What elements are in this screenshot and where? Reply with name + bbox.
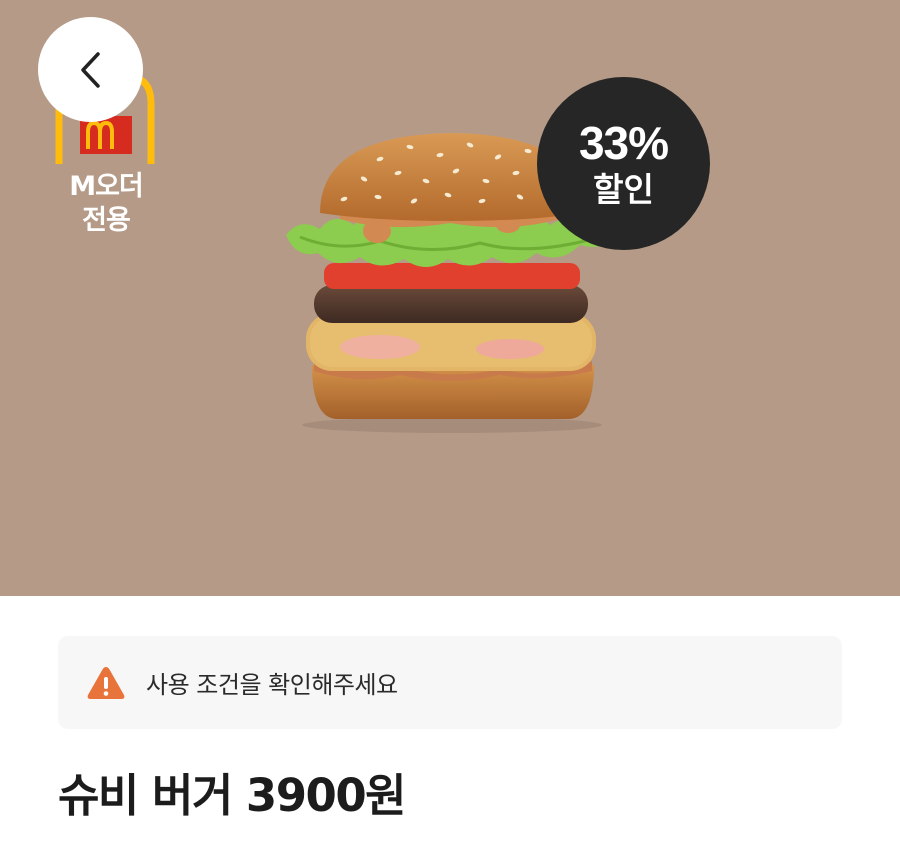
discount-badge: 33% 할인 xyxy=(537,77,710,250)
notice-text: 사용 조건을 확인해주세요 xyxy=(146,671,398,699)
discount-percent: 33% xyxy=(578,116,669,169)
m-order-only-label: M오더 전용 xyxy=(69,171,144,236)
warning-icon xyxy=(87,666,125,699)
discount-label: 할인 xyxy=(593,169,654,209)
product-title: 슈비 버거 3900원 xyxy=(58,769,407,822)
chevron-left-icon xyxy=(80,51,100,88)
hero-banner: M오더 전용 33% 할인 xyxy=(0,0,900,596)
back-button[interactable] xyxy=(38,17,143,122)
usage-conditions-notice[interactable]: 사용 조건을 확인해주세요 xyxy=(58,636,842,729)
